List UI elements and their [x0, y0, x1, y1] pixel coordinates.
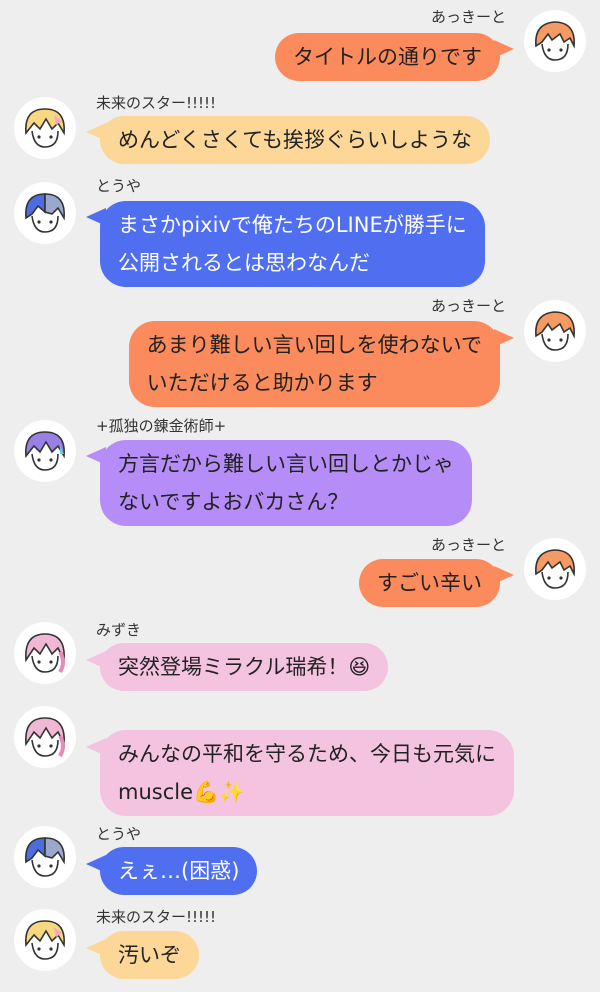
message-text: めんどくさくても挨拶ぐらいしような	[118, 128, 473, 152]
message-text: 公開されるとは思わなんだ	[118, 251, 370, 275]
sender-name: +孤独の錬金術師+	[96, 417, 227, 435]
chat-message: とうや まさかpixivで俺たちのLINEが勝手に 公開されるとは思わなんだ	[0, 174, 600, 292]
message-bubble[interactable]: みんなの平和を守るため、今日も元気に muscle💪✨	[100, 730, 514, 816]
sender-name: あっきーと	[430, 536, 506, 554]
akito-avatar-icon	[535, 21, 575, 61]
message-bubble[interactable]: 汚いぞ	[100, 931, 199, 979]
message-text: タイトルの通りです	[293, 45, 482, 69]
message-bubble[interactable]: あまり難しい言い回しを使わないで いただけると助かります	[128, 321, 500, 407]
sender-name: みずき	[96, 621, 142, 639]
tsukasa-avatar[interactable]	[14, 97, 76, 159]
chat-message: +孤独の錬金術師+ 方言だから難しい言い回しとかじゃ ないですよおバカさん？	[0, 412, 600, 530]
toya-avatar[interactable]	[14, 182, 76, 244]
toya-avatar-icon	[25, 837, 65, 877]
sender-name: 未来のスター!!!!!	[96, 94, 217, 112]
rui-avatar[interactable]	[14, 420, 76, 482]
message-bubble[interactable]: すごい辛い	[359, 559, 500, 607]
chat-message: あっきーと あまり難しい言い回しを使わないで いただけると助かります	[0, 292, 600, 410]
mizuki-avatar-icon	[25, 717, 65, 758]
message-text: 方言だから難しい言い回しとかじゃ	[118, 452, 454, 476]
message-bubble[interactable]: めんどくさくても挨拶ぐらいしような	[100, 116, 491, 164]
akito-avatar-icon	[535, 311, 575, 351]
rui-avatar-icon	[25, 431, 65, 471]
mizuki-avatar[interactable]	[14, 622, 76, 684]
akito-avatar-icon	[535, 549, 575, 589]
message-text: 汚いぞ	[118, 943, 181, 967]
akito-avatar[interactable]	[524, 538, 586, 600]
toya-avatar[interactable]	[14, 826, 76, 888]
message-bubble[interactable]: えぇ…(困惑)	[100, 847, 258, 895]
sender-name: とうや	[96, 825, 142, 843]
tsukasa-avatar[interactable]	[14, 909, 76, 971]
sender-name: とうや	[96, 177, 142, 195]
message-text: いただけると助かります	[146, 371, 378, 395]
message-bubble[interactable]: 方言だから難しい言い回しとかじゃ ないですよおバカさん？	[100, 440, 472, 526]
chat-message: あっきーと すごい辛い	[0, 534, 600, 614]
akito-avatar[interactable]	[524, 10, 586, 72]
message-text: ないですよおバカさん？	[118, 490, 349, 514]
message-text: すごい辛い	[377, 571, 482, 595]
mizuki-avatar[interactable]	[14, 706, 76, 768]
sender-name: 未来のスター!!!!!	[96, 908, 217, 926]
message-bubble[interactable]: タイトルの通りです	[275, 33, 500, 81]
tsukasa-avatar-icon	[25, 108, 65, 148]
message-text: みんなの平和を守るため、今日も元気に	[118, 742, 496, 766]
chat-message: 未来のスター!!!!! 汚いぞ	[0, 904, 600, 992]
message-text: 突然登場ミラクル瑞希！😆	[118, 655, 371, 679]
chat-message: とうや えぇ…(困惑)	[0, 822, 600, 904]
sender-name: あっきーと	[430, 297, 506, 315]
message-text: えぇ…(困惑)	[118, 859, 240, 883]
akito-avatar[interactable]	[524, 300, 586, 362]
toya-avatar-icon	[25, 193, 65, 233]
chat-log[interactable]: あっきーと タイトルの通りです 未来のスター!!!!! めんどくさくても挨拶ぐら…	[0, 0, 600, 992]
chat-message: みずき 突然登場ミラクル瑞希！😆	[0, 618, 600, 700]
message-text: muscle💪✨	[118, 780, 246, 804]
chat-message: みんなの平和を守るため、今日も元気に muscle💪✨	[0, 702, 600, 820]
message-bubble[interactable]: まさかpixivで俺たちのLINEが勝手に 公開されるとは思わなんだ	[100, 201, 485, 287]
message-text: まさかpixivで俺たちのLINEが勝手に	[118, 213, 467, 237]
tsukasa-avatar-icon	[25, 920, 65, 960]
chat-message: 未来のスター!!!!! めんどくさくても挨拶ぐらいしような	[0, 90, 600, 170]
mizuki-avatar-icon	[25, 633, 65, 674]
sender-name: あっきーと	[430, 8, 506, 26]
chat-message: あっきーと タイトルの通りです	[0, 0, 600, 95]
message-text: あまり難しい言い回しを使わないで	[146, 333, 482, 357]
message-bubble[interactable]: 突然登場ミラクル瑞希！😆	[100, 643, 389, 691]
